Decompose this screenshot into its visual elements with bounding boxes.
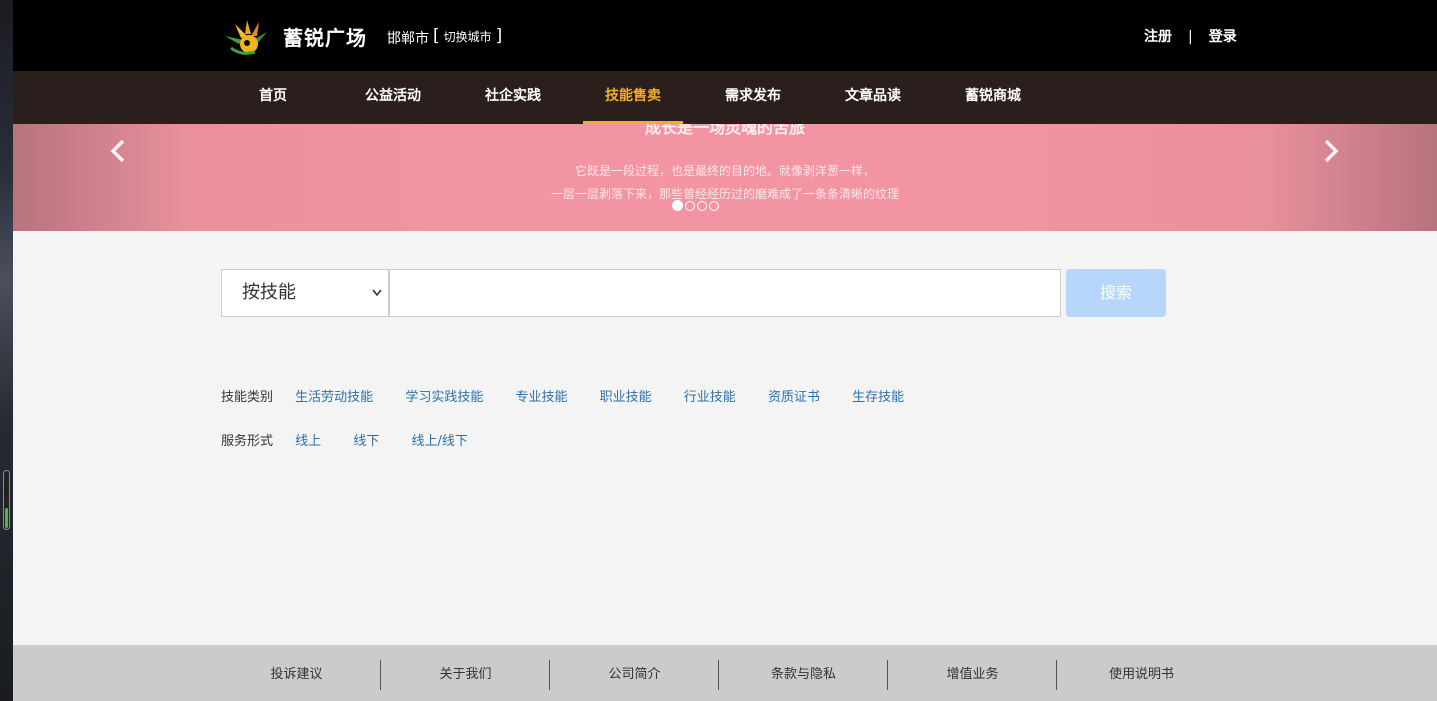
nav-item-social-enterprise[interactable]: 社企实践 xyxy=(463,71,563,124)
filter-label: 服务形式 xyxy=(221,434,274,449)
carousel-indicators xyxy=(672,195,721,211)
nav-item-demand-post[interactable]: 需求发布 xyxy=(703,71,803,124)
filter-option[interactable]: 专业技能 xyxy=(515,386,567,405)
footer-link-value-added[interactable]: 增值业务 xyxy=(888,660,1057,690)
filter-option[interactable]: 学习实践技能 xyxy=(405,386,483,405)
footer-link-terms-privacy[interactable]: 条款与隐私 xyxy=(719,660,888,690)
page: 蓄锐广场 邯郸市 [ 切换城市] 注册 | 登录 首页 公益活动 社企实践 技能售卖 … xyxy=(13,0,1437,701)
filter-option[interactable]: 职业技能 xyxy=(600,386,652,405)
auth-links: 注册 | 登录 xyxy=(1144,26,1237,46)
current-city: 邯郸市 xyxy=(387,31,429,47)
login-link[interactable]: 登录 xyxy=(1209,29,1237,45)
search-type-value: 按技能 xyxy=(242,282,296,303)
volume-meter xyxy=(3,470,10,530)
nav-item-mall[interactable]: 蓄锐商城 xyxy=(943,71,1043,124)
carousel-dot[interactable] xyxy=(697,200,707,211)
filter-option[interactable]: 生活劳动技能 xyxy=(295,386,373,405)
nav-item-skill-sale[interactable]: 技能售卖 xyxy=(583,71,683,124)
auth-separator: | xyxy=(1188,29,1193,45)
logo-icon[interactable] xyxy=(221,14,273,58)
footer-link-about-us[interactable]: 关于我们 xyxy=(381,660,550,690)
filter-option[interactable]: 线上/线下 xyxy=(411,430,467,449)
bracket-close: ] xyxy=(495,26,503,46)
window-edge xyxy=(0,0,13,701)
nav-item-charity[interactable]: 公益活动 xyxy=(343,71,443,124)
filter-label: 技能类别 xyxy=(221,390,274,405)
search-button[interactable]: 搜索 xyxy=(1066,269,1166,317)
search-input[interactable] xyxy=(389,269,1061,317)
chevron-right-icon[interactable] xyxy=(1316,136,1346,166)
site-title[interactable]: 蓄锐广场 xyxy=(283,22,367,51)
filter-option[interactable]: 生存技能 xyxy=(852,386,904,405)
carousel-dot[interactable] xyxy=(709,200,719,211)
main-nav: 首页 公益活动 社企实践 技能售卖 需求发布 文章品读 蓄锐商城 xyxy=(13,71,1437,124)
volume-meter-fill xyxy=(5,508,8,528)
carousel-dot[interactable] xyxy=(685,200,695,211)
banner-carousel[interactable]: 成长是一场灵魂的苦旅 它既是一段过程，也是最终的目的地。就像剥洋葱一样， 一层一… xyxy=(13,124,1437,231)
banner-text-line-1: 它既是一段过程，也是最终的目的地。就像剥洋葱一样， xyxy=(574,164,875,178)
banner-text-line-2: 一层一层剥落下来，那些曾经经历过的磨难成了一条条清晰的纹理 xyxy=(550,187,899,201)
city-switch[interactable]: [ 切换城市] xyxy=(433,26,502,46)
footer-link-company-intro[interactable]: 公司简介 xyxy=(550,660,719,690)
filter-skill-category: 技能类别 生活劳动技能 学习实践技能 专业技能 职业技能 行业技能 资质证书 生… xyxy=(221,386,932,405)
register-link[interactable]: 注册 xyxy=(1144,29,1172,45)
bracket-open: [ xyxy=(433,26,440,46)
footer-link-complaints[interactable]: 投诉建议 xyxy=(212,660,381,690)
filter-service-mode: 服务形式 线上 线下 线上/线下 xyxy=(221,430,496,449)
switch-city-link[interactable]: 切换城市 xyxy=(444,30,492,44)
filter-option[interactable]: 线下 xyxy=(353,430,379,449)
top-header: 蓄锐广场 邯郸市 [ 切换城市] 注册 | 登录 xyxy=(13,0,1437,71)
nav-item-home[interactable]: 首页 xyxy=(223,71,323,124)
filter-option[interactable]: 线上 xyxy=(295,430,321,449)
chevron-left-icon[interactable] xyxy=(103,136,133,166)
filter-option[interactable]: 资质证书 xyxy=(768,386,820,405)
filter-option[interactable]: 行业技能 xyxy=(684,386,736,405)
chevron-down-icon xyxy=(372,270,382,335)
search-type-select[interactable]: 按技能 xyxy=(221,269,389,317)
footer-link-manual[interactable]: 使用说明书 xyxy=(1057,660,1226,690)
nav-item-articles[interactable]: 文章品读 xyxy=(823,71,923,124)
carousel-dot[interactable] xyxy=(672,200,683,211)
footer: 投诉建议 关于我们 公司简介 条款与隐私 增值业务 使用说明书 xyxy=(13,645,1437,701)
banner-title: 成长是一场灵魂的苦旅 xyxy=(644,124,805,137)
